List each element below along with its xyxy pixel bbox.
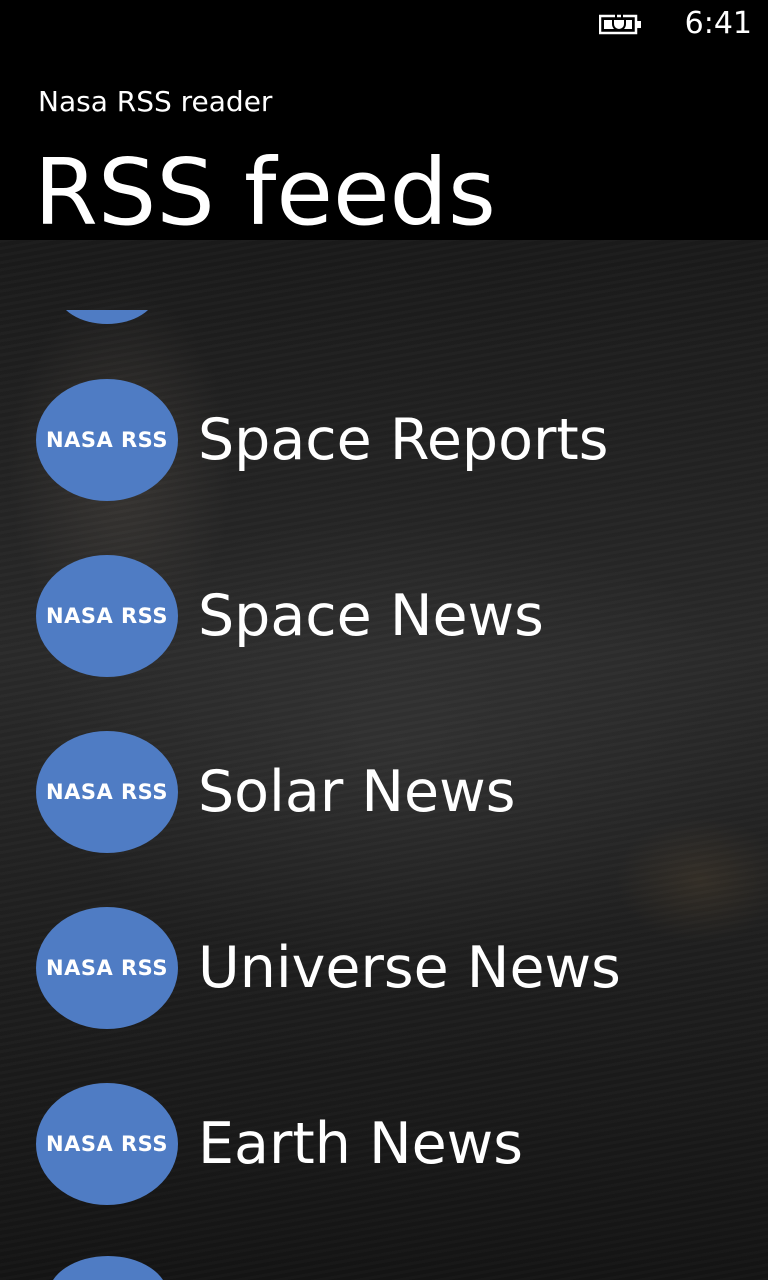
page-title: RSS feeds: [34, 139, 496, 246]
battery-charging-icon: [599, 13, 641, 35]
feed-item-label: Space News: [198, 583, 544, 649]
feed-item-space-reports[interactable]: NASA RSS Space Reports: [36, 378, 736, 502]
nasa-rss-logo-icon: NASA RSS: [36, 731, 178, 853]
feed-item-space-news[interactable]: NASA RSS Space News: [36, 554, 736, 678]
feed-item-label: Space Reports: [198, 407, 609, 473]
feed-item-label: Solar News: [198, 759, 516, 825]
nasa-rss-logo-icon: NASA RSS: [36, 1083, 178, 1205]
feed-item-universe-news[interactable]: NASA RSS Universe News: [36, 906, 736, 1030]
nasa-rss-logo-icon: NASA RSS: [36, 379, 178, 501]
feed-logo-partial: [58, 310, 156, 342]
clock: 6:41: [684, 6, 752, 41]
app-title: Nasa RSS reader: [38, 85, 273, 118]
nasa-rss-logo-icon: NASA RSS: [36, 907, 178, 1029]
feed-item-earth-news[interactable]: NASA RSS Earth News: [36, 1082, 736, 1206]
feed-item-solar-news[interactable]: NASA RSS Solar News: [36, 730, 736, 854]
feed-logo-partial: [48, 1256, 168, 1280]
feed-item-label: Universe News: [198, 935, 621, 1001]
feed-item-label: Earth News: [198, 1111, 523, 1177]
feed-list[interactable]: NASA RSS Space Reports NASA RSS Space Ne…: [0, 240, 768, 1280]
nasa-rss-logo-icon: NASA RSS: [36, 555, 178, 677]
status-bar: 6:41: [0, 0, 768, 50]
